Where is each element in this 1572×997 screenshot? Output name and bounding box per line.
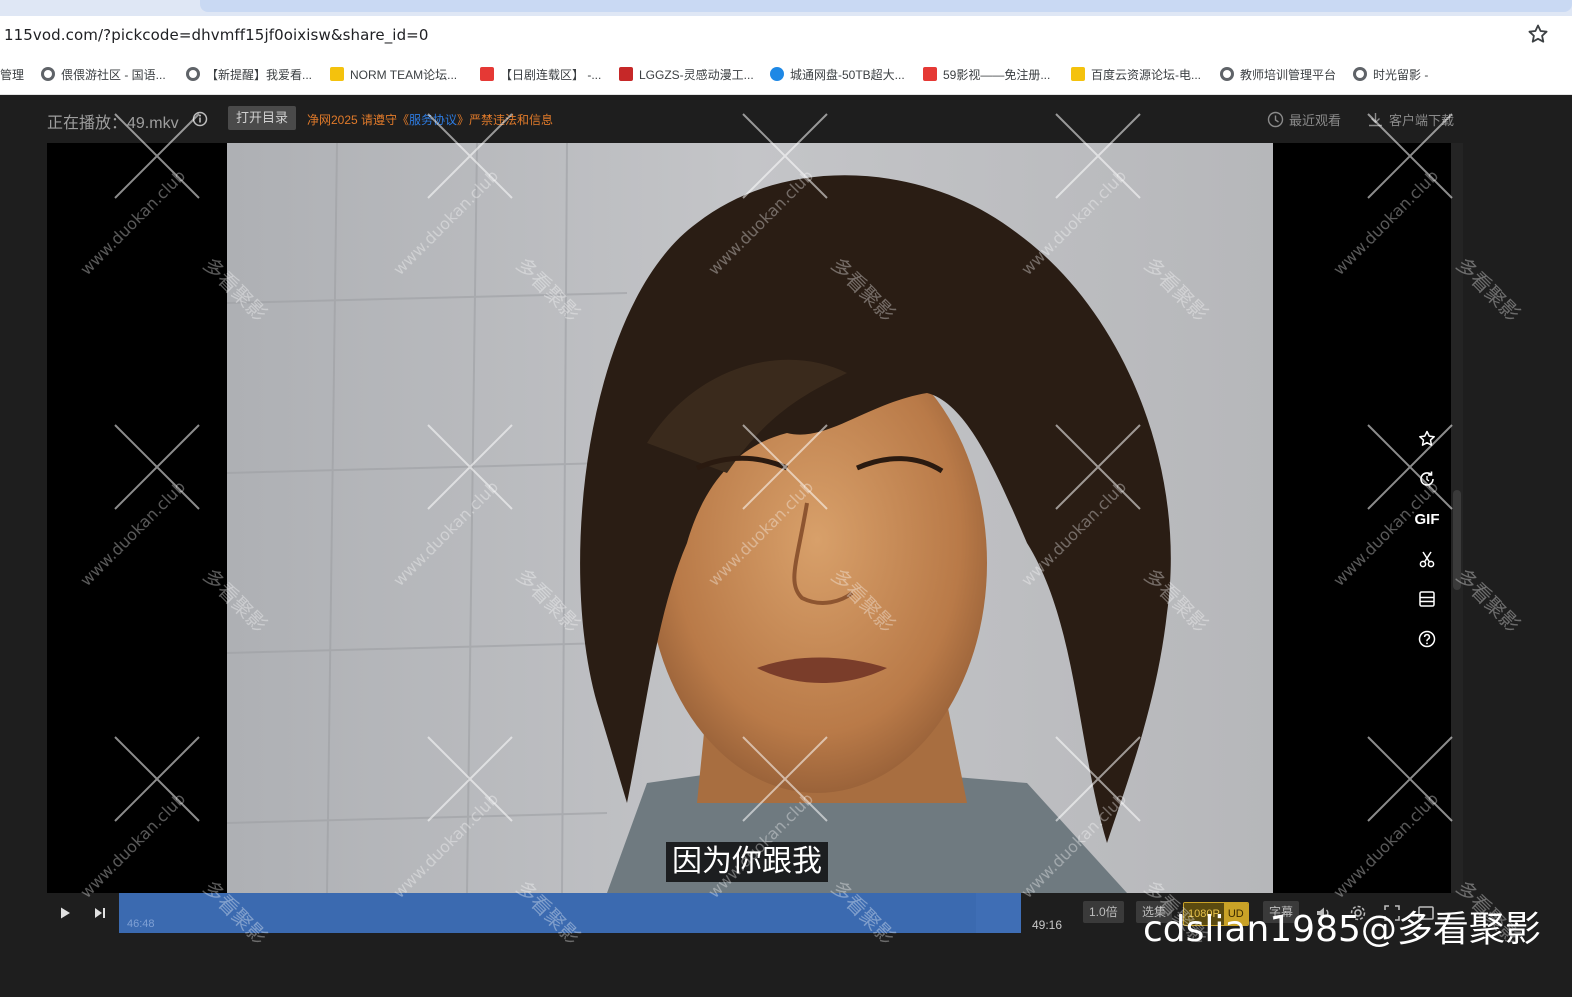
- now-playing-title: 正在播放：49.mkv: [47, 115, 179, 132]
- tab-strip: [0, 0, 1572, 16]
- globe-icon: [186, 67, 200, 81]
- bookmark-item[interactable]: 管理: [0, 66, 24, 82]
- bookmark-label: 59影视——免注册...: [943, 67, 1051, 82]
- recent-viewed-button[interactable]: 最近观看: [1267, 110, 1341, 129]
- address-bar[interactable]: 115vod.com/?pickcode=dhvmff15jf0oixisw&s…: [0, 16, 1572, 54]
- bookmark-item[interactable]: 教师培训管理平台: [1220, 66, 1336, 82]
- globe-icon: [41, 67, 55, 81]
- notice-text: 净网2025 请遵守《服务协议》严禁违法和信息: [307, 111, 553, 128]
- subtitle-caption: 因为你跟我: [666, 842, 828, 882]
- active-tab[interactable]: [200, 0, 1572, 12]
- total-time: 49:16: [1032, 918, 1063, 932]
- trophy-icon: [1071, 67, 1085, 81]
- download-icon: [1369, 113, 1382, 127]
- bookmark-item[interactable]: 时光留影 -: [1353, 66, 1428, 82]
- bookmark-label: 管理: [0, 67, 25, 82]
- url-text[interactable]: 115vod.com/?pickcode=dhvmff15jf0oixisw&s…: [4, 26, 429, 44]
- bookmark-item[interactable]: 【新提醒】我爱看...: [186, 66, 312, 82]
- replay-icon[interactable]: [1410, 465, 1444, 493]
- ct-icon: [770, 67, 784, 81]
- download-label: 客户端下载: [1389, 113, 1455, 128]
- bookmark-label: 【日剧连载区】 -...: [500, 67, 602, 82]
- bookmark-label: 百度云资源论坛-电...: [1091, 67, 1201, 82]
- play-icon[interactable]: [57, 905, 73, 921]
- red-j-icon: [480, 67, 494, 81]
- bookmark-label: 教师培训管理平台: [1240, 67, 1337, 82]
- client-download-button[interactable]: 客户端下载: [1367, 110, 1454, 129]
- bookmark-item[interactable]: 百度云资源论坛-电...: [1071, 66, 1201, 82]
- bookmark-item[interactable]: LGGZS-灵感动漫工...: [619, 66, 754, 82]
- list-icon[interactable]: [1410, 585, 1444, 613]
- bookmark-item[interactable]: 59影视——免注册...: [923, 66, 1050, 82]
- notice-part: 》严禁违法和信息: [457, 113, 554, 127]
- dragon-icon: [619, 67, 633, 81]
- player-header: 正在播放：49.mkv 打开目录 净网2025 请遵守《服务协议》严禁违法和信息…: [0, 95, 1572, 143]
- bookmark-star-icon[interactable]: [1526, 22, 1550, 46]
- next-icon[interactable]: [92, 905, 108, 921]
- globe-icon: [1353, 67, 1367, 81]
- help-icon[interactable]: [1410, 625, 1444, 653]
- bookmark-label: 偎偎游社区 - 国语...: [61, 67, 166, 82]
- bookmark-item[interactable]: 偎偎游社区 - 国语...: [41, 66, 166, 82]
- red-square-icon: [923, 67, 937, 81]
- bookmark-label: 城通网盘-50TB超大...: [790, 67, 905, 82]
- open-directory-button[interactable]: 打开目录: [228, 106, 297, 130]
- scrollbar-thumb[interactable]: [1453, 490, 1461, 590]
- gif-button[interactable]: GIF: [1410, 505, 1444, 533]
- speed-button[interactable]: 1.0倍: [1083, 901, 1124, 923]
- video-area[interactable]: [47, 143, 1451, 893]
- recent-label: 最近观看: [1289, 113, 1342, 128]
- info-icon[interactable]: [192, 111, 208, 127]
- current-time: 46:48: [127, 918, 155, 930]
- bookmark-item[interactable]: 城通网盘-50TB超大...: [770, 66, 905, 82]
- favorite-star-icon[interactable]: [1410, 425, 1444, 453]
- bookmark-item[interactable]: 【日剧连载区】 -...: [480, 66, 601, 82]
- globe-icon: [1220, 67, 1234, 81]
- bookmark-item[interactable]: NORM TEAM论坛...: [330, 66, 457, 82]
- bookmark-label: LGGZS-灵感动漫工...: [639, 67, 754, 82]
- uploader-watermark: cdslian1985@多看聚影: [1143, 909, 1541, 950]
- scissors-icon[interactable]: [1410, 545, 1444, 573]
- bookmark-label: 时光留影 -: [1373, 67, 1429, 82]
- bookmark-label: NORM TEAM论坛...: [350, 67, 458, 82]
- video-frame: [227, 143, 1273, 893]
- service-agreement-link[interactable]: 服务协议: [409, 113, 457, 127]
- notice-part: 净网2025 请遵守《: [307, 113, 410, 127]
- progress-fill: [119, 893, 976, 933]
- progress-bar[interactable]: [119, 893, 1021, 933]
- bookmarks-bar: 管理 偎偎游社区 - 国语... 【新提醒】我爱看... NORM TEAM论坛…: [0, 54, 1572, 95]
- history-icon: [1267, 111, 1284, 128]
- bookmark-label: 【新提醒】我爱看...: [206, 67, 313, 82]
- trophy-icon: [330, 67, 344, 81]
